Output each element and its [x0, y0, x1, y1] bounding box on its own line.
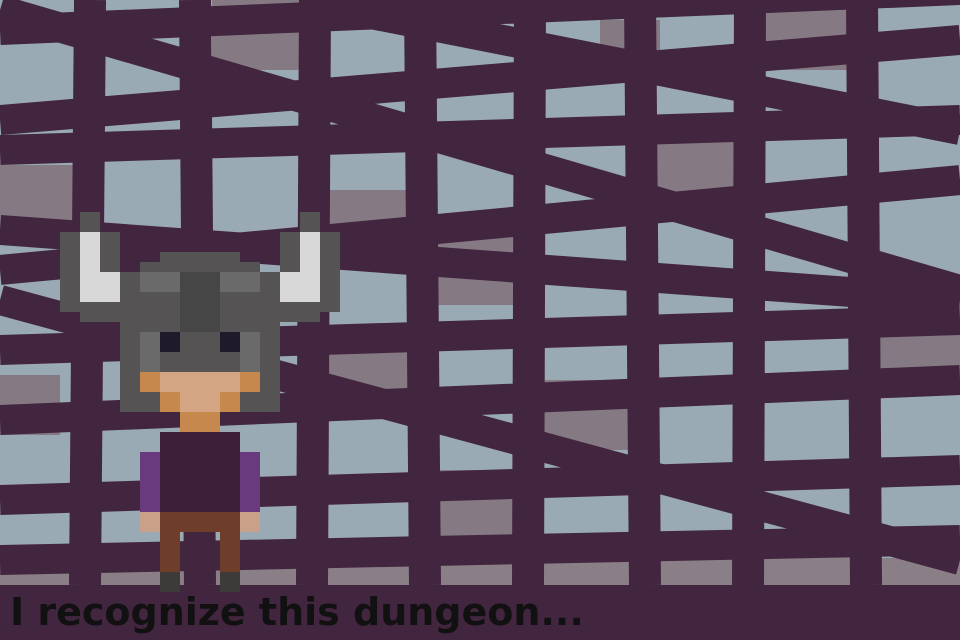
dialogue-text: I recognize this dungeon...: [10, 590, 584, 634]
horned-helmet-knight-sprite: [60, 212, 340, 592]
left-horn-icon: [60, 212, 120, 322]
legs-icon: [160, 512, 240, 592]
right-horn-icon: [280, 212, 340, 322]
game-scene[interactable]: I recognize this dungeon...: [0, 0, 960, 640]
